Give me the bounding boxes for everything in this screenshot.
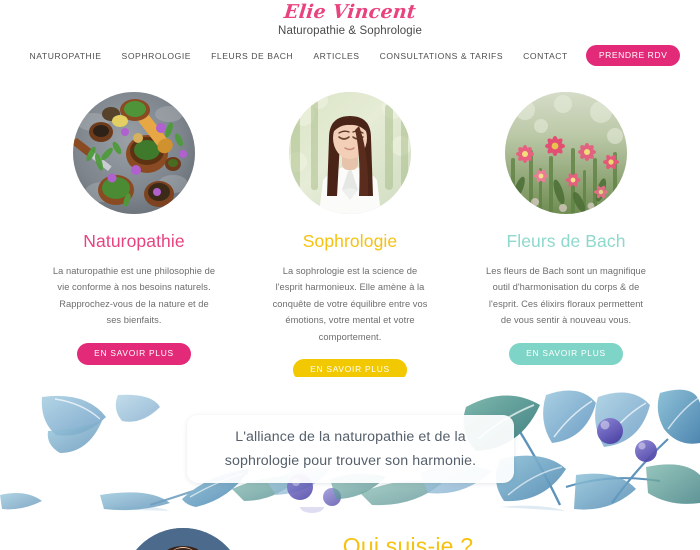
herbs-mortar-pestle-photo xyxy=(73,92,195,214)
about-section: Qui suis-je ? xyxy=(0,513,700,550)
nav-item-articles[interactable]: ARTICLES xyxy=(303,47,369,65)
portrait-woman-photo xyxy=(122,528,244,550)
prendre-rdv-button[interactable]: PRENDRE RDV xyxy=(585,45,681,66)
card-body-naturopathie: La naturopathie est une philosophie de v… xyxy=(52,266,216,326)
en-savoir-plus-button-fleurs-de-bach[interactable]: EN SAVOIR PLUS xyxy=(509,342,623,365)
service-card-naturopathie: Naturopathie La naturopathie est une phi… xyxy=(49,92,219,377)
brand-name: Elie Vincent xyxy=(282,1,418,23)
en-savoir-plus-button-naturopathie[interactable]: EN SAVOIR PLUS xyxy=(77,342,191,365)
quote-line-1: L'alliance de la naturopathie et de la xyxy=(235,429,466,445)
site-header: Elie Vincent Naturopathie & Sophrologie … xyxy=(0,0,700,72)
woman-meditating-photo xyxy=(289,92,411,214)
card-title-sophrologie: Sophrologie xyxy=(302,231,398,251)
tagline-quote-box: L'alliance de la naturopathie et de la s… xyxy=(187,415,514,483)
homepage: Elie Vincent Naturopathie & Sophrologie … xyxy=(0,0,700,550)
nav-item-fleurs-de-bach[interactable]: FLEURS DE BACH xyxy=(201,47,303,65)
card-body-fleurs-de-bach: Les fleurs de Bach sont un magnifique ou… xyxy=(486,266,646,326)
service-card-fleurs-de-bach: Fleurs de Bach Les fleurs de Bach sont u… xyxy=(481,92,651,377)
quote-line-2: sophrologie pour trouver son harmonie. xyxy=(224,453,477,469)
about-section-title: Qui suis-je ? xyxy=(342,533,474,550)
site-logo[interactable]: Elie Vincent Naturopathie & Sophrologie xyxy=(0,1,700,39)
card-title-naturopathie: Naturopathie xyxy=(83,231,185,251)
service-cards: Naturopathie La naturopathie est une phi… xyxy=(0,92,700,382)
nav-item-consultations-tarifs[interactable]: CONSULTATIONS & TARIFS xyxy=(370,47,514,65)
main-navigation: NATUROPATHIE SOPHROLOGIE FLEURS DE BACH … xyxy=(0,45,700,66)
service-card-sophrologie: Sophrologie La sophrologie est la scienc… xyxy=(265,92,435,382)
nav-item-naturopathie[interactable]: NATUROPATHIE xyxy=(20,47,112,65)
nav-item-sophrologie[interactable]: SOPHROLOGIE xyxy=(112,47,202,65)
card-body-sophrologie: La sophrologie est la science de l'espri… xyxy=(272,266,428,342)
nav-item-contact[interactable]: CONTACT xyxy=(513,47,578,65)
card-title-fleurs-de-bach: Fleurs de Bach xyxy=(506,231,626,251)
pink-daisy-flowers-photo xyxy=(505,92,627,214)
brand-tagline: Naturopathie & Sophrologie xyxy=(278,25,422,37)
